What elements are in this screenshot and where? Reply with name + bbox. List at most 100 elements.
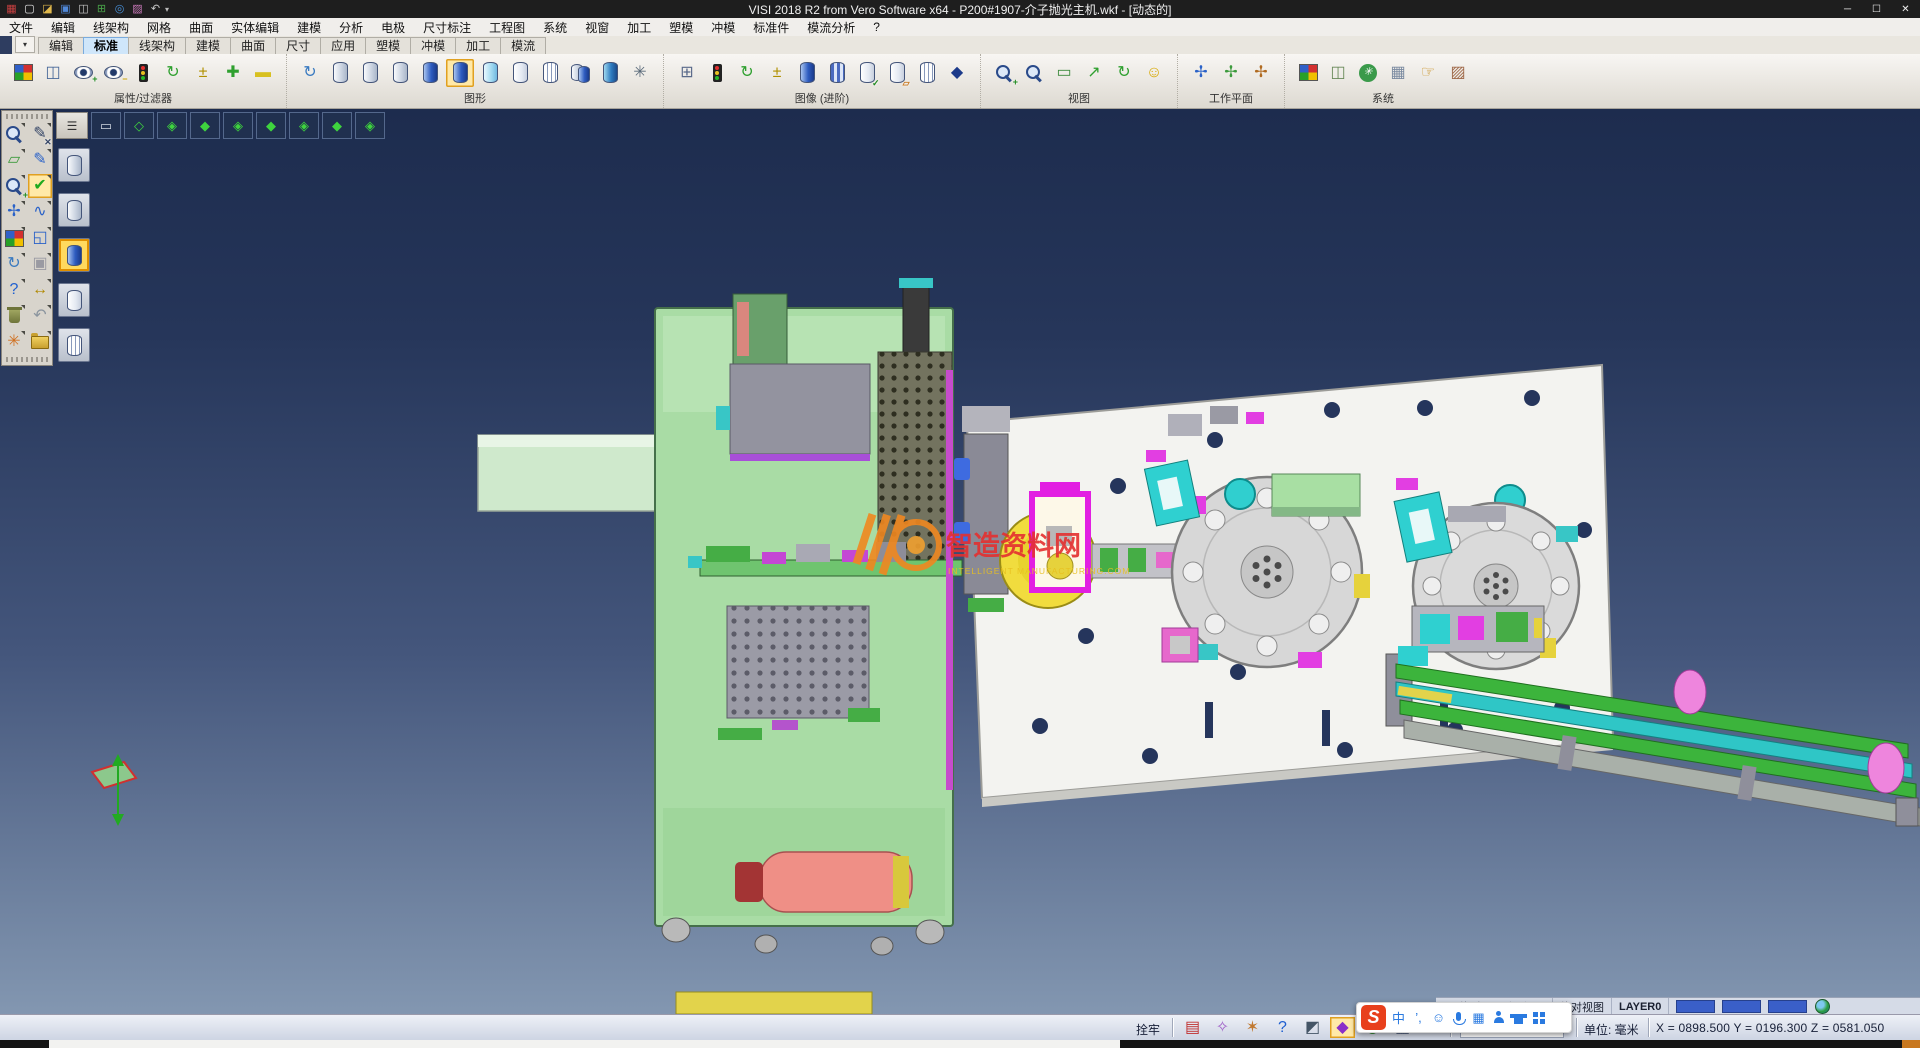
close-button[interactable]: ✕ <box>1891 0 1920 18</box>
menu-item[interactable]: 冲模 <box>702 18 744 36</box>
ime-keyboard-icon[interactable]: ▦ <box>1471 1008 1486 1028</box>
open-file-icon[interactable]: ◪ <box>40 2 55 16</box>
view-iso-7-icon[interactable]: ◆ <box>322 112 352 139</box>
render-cyl-icon[interactable] <box>596 59 624 87</box>
menu-item[interactable]: 尺寸标注 <box>414 18 480 36</box>
dynamic-mode-icon[interactable]: ◆ <box>1330 1017 1355 1038</box>
solid-cube-icon[interactable]: ▣ <box>28 252 52 276</box>
ucs-axes-icon[interactable]: ✢ <box>2 200 26 224</box>
tab-modelling[interactable]: 建模 <box>185 37 231 54</box>
traffic-cubes-icon[interactable] <box>703 59 731 87</box>
coordinate-field-3[interactable] <box>1768 1000 1807 1013</box>
view-iso-4-icon[interactable]: ◈ <box>223 112 253 139</box>
menu-item[interactable]: 加工 <box>618 18 660 36</box>
delete-trash-icon[interactable] <box>2 304 26 328</box>
view-iso-2-icon[interactable]: ◈ <box>157 112 187 139</box>
transparent-cyl-icon[interactable] <box>476 59 504 87</box>
viewport-menu-button[interactable]: ☰ <box>56 112 88 139</box>
dm-shaded-icon[interactable] <box>58 238 90 272</box>
pan-arrow-icon[interactable]: ↗ <box>1080 59 1108 87</box>
hide-all-icon[interactable]: ▬ <box>249 59 277 87</box>
select-filter-icon[interactable]: ☞ <box>1414 59 1442 87</box>
refresh-visibility-icon[interactable]: ↻ <box>159 59 187 87</box>
striped-cyl-icon[interactable] <box>823 59 851 87</box>
tab-die[interactable]: 冲模 <box>410 37 456 54</box>
view-iso-3-icon[interactable]: ◆ <box>190 112 220 139</box>
export-grid-icon[interactable]: ⊞ <box>94 2 109 16</box>
solid-view-cyl-icon[interactable] <box>793 59 821 87</box>
tab-application[interactable]: 应用 <box>320 37 366 54</box>
taskbar-sliver[interactable] <box>0 1040 1920 1048</box>
tab-mould[interactable]: 塑模 <box>365 37 411 54</box>
shaded-edges-cyl-icon[interactable] <box>446 59 474 87</box>
spline-edit-icon[interactable]: ∿ <box>28 200 52 224</box>
undo-icon[interactable]: ↶ <box>28 304 52 328</box>
ghost-cyl-icon[interactable] <box>506 59 534 87</box>
ime-mic-icon[interactable] <box>1451 1008 1466 1028</box>
pick-wand-icon[interactable]: ✧ <box>1210 1017 1235 1038</box>
verify-cyl-icon[interactable]: ✓ <box>853 59 881 87</box>
views-icon[interactable]: ◎ <box>112 2 127 16</box>
palette-grip[interactable] <box>6 114 48 119</box>
ime-punctuation-icon[interactable]: ’, <box>1411 1008 1426 1028</box>
menu-item[interactable]: 文件 <box>0 18 42 36</box>
taskbar-tray-sliver[interactable] <box>1902 1040 1920 1048</box>
properties-view-icon[interactable]: ◫ <box>39 59 67 87</box>
tab-dropdown-button[interactable]: ▾ <box>15 36 35 53</box>
menu-item[interactable]: 线架构 <box>84 18 138 36</box>
tab-machining[interactable]: 加工 <box>455 37 501 54</box>
coordinate-field-2[interactable] <box>1722 1000 1761 1013</box>
system-options-icon[interactable]: ✳ <box>1354 59 1382 87</box>
color-settings-icon[interactable] <box>1294 59 1322 87</box>
notes-icon[interactable]: ▤ <box>1180 1017 1205 1038</box>
menu-item[interactable]: 电极 <box>372 18 414 36</box>
help-icon[interactable]: ? <box>2 278 26 302</box>
invert-visibility-icon[interactable]: ± <box>189 59 217 87</box>
palette-grip[interactable] <box>6 357 48 362</box>
maximize-button[interactable]: ☐ <box>1862 0 1891 18</box>
view-iso-5-icon[interactable]: ◆ <box>256 112 286 139</box>
menu-item[interactable]: 实体编辑 <box>222 18 288 36</box>
menu-item[interactable]: 分析 <box>330 18 372 36</box>
rotate-view-icon[interactable]: ↻ <box>1110 59 1138 87</box>
taskbar-window-sliver[interactable] <box>49 1040 1120 1048</box>
menu-item[interactable]: 塑模 <box>660 18 702 36</box>
lock-toggle[interactable]: 拴牢 <box>1136 1021 1160 1038</box>
tab-flow[interactable]: 模流 <box>500 37 546 54</box>
window-config-icon[interactable]: ◫ <box>1324 59 1352 87</box>
multi-cyl-icon[interactable] <box>566 59 594 87</box>
workplane-xyz-icon[interactable]: ✢ <box>1187 59 1215 87</box>
menu-item[interactable]: 视窗 <box>576 18 618 36</box>
dm-mesh-icon[interactable] <box>58 328 90 362</box>
globe-icon[interactable] <box>1815 999 1830 1014</box>
dm-wireframe-icon[interactable] <box>58 148 90 182</box>
hidden-line-cyl-icon[interactable] <box>356 59 384 87</box>
plane-resize-icon[interactable]: ▱ <box>2 148 26 172</box>
zoom-in-icon[interactable]: + <box>990 59 1018 87</box>
dashed-cyl-icon[interactable] <box>386 59 414 87</box>
tab-surface[interactable]: 曲面 <box>230 37 276 54</box>
ime-toolbox-icon[interactable] <box>1531 1008 1546 1028</box>
zoom-select-icon[interactable] <box>2 122 26 146</box>
tab-standard[interactable]: 标准 <box>83 37 129 54</box>
visi-logo-icon[interactable]: ▦ <box>4 2 19 16</box>
ime-skin-icon[interactable] <box>1511 1008 1526 1028</box>
menu-item[interactable]: 编辑 <box>42 18 84 36</box>
show-all-icon[interactable]: ✚ <box>219 59 247 87</box>
solid-prism-icon[interactable]: ◆ <box>943 59 971 87</box>
menu-item[interactable]: 标准件 <box>744 18 798 36</box>
view-iso-1-icon[interactable]: ◇ <box>124 112 154 139</box>
wire-cubes-icon[interactable]: ⊞ <box>673 59 701 87</box>
tab-wireframe[interactable]: 线架构 <box>128 37 186 54</box>
minimize-button[interactable]: ─ <box>1833 0 1862 18</box>
render-mode-icon[interactable]: ☺ <box>1140 59 1168 87</box>
table-settings-icon[interactable]: ▦ <box>1384 59 1412 87</box>
dm-ghost-icon[interactable] <box>58 283 90 317</box>
image-icon[interactable]: ▨ <box>130 2 145 16</box>
shading-refresh-icon[interactable]: ↻ <box>296 59 324 87</box>
regenerate-icon[interactable]: ↻ <box>2 252 26 276</box>
new-file-icon[interactable]: ▢ <box>22 2 37 16</box>
view-iso-8-icon[interactable]: ◈ <box>355 112 385 139</box>
menu-item[interactable]: 系统 <box>534 18 576 36</box>
wireframe2-cyl-icon[interactable] <box>913 59 941 87</box>
